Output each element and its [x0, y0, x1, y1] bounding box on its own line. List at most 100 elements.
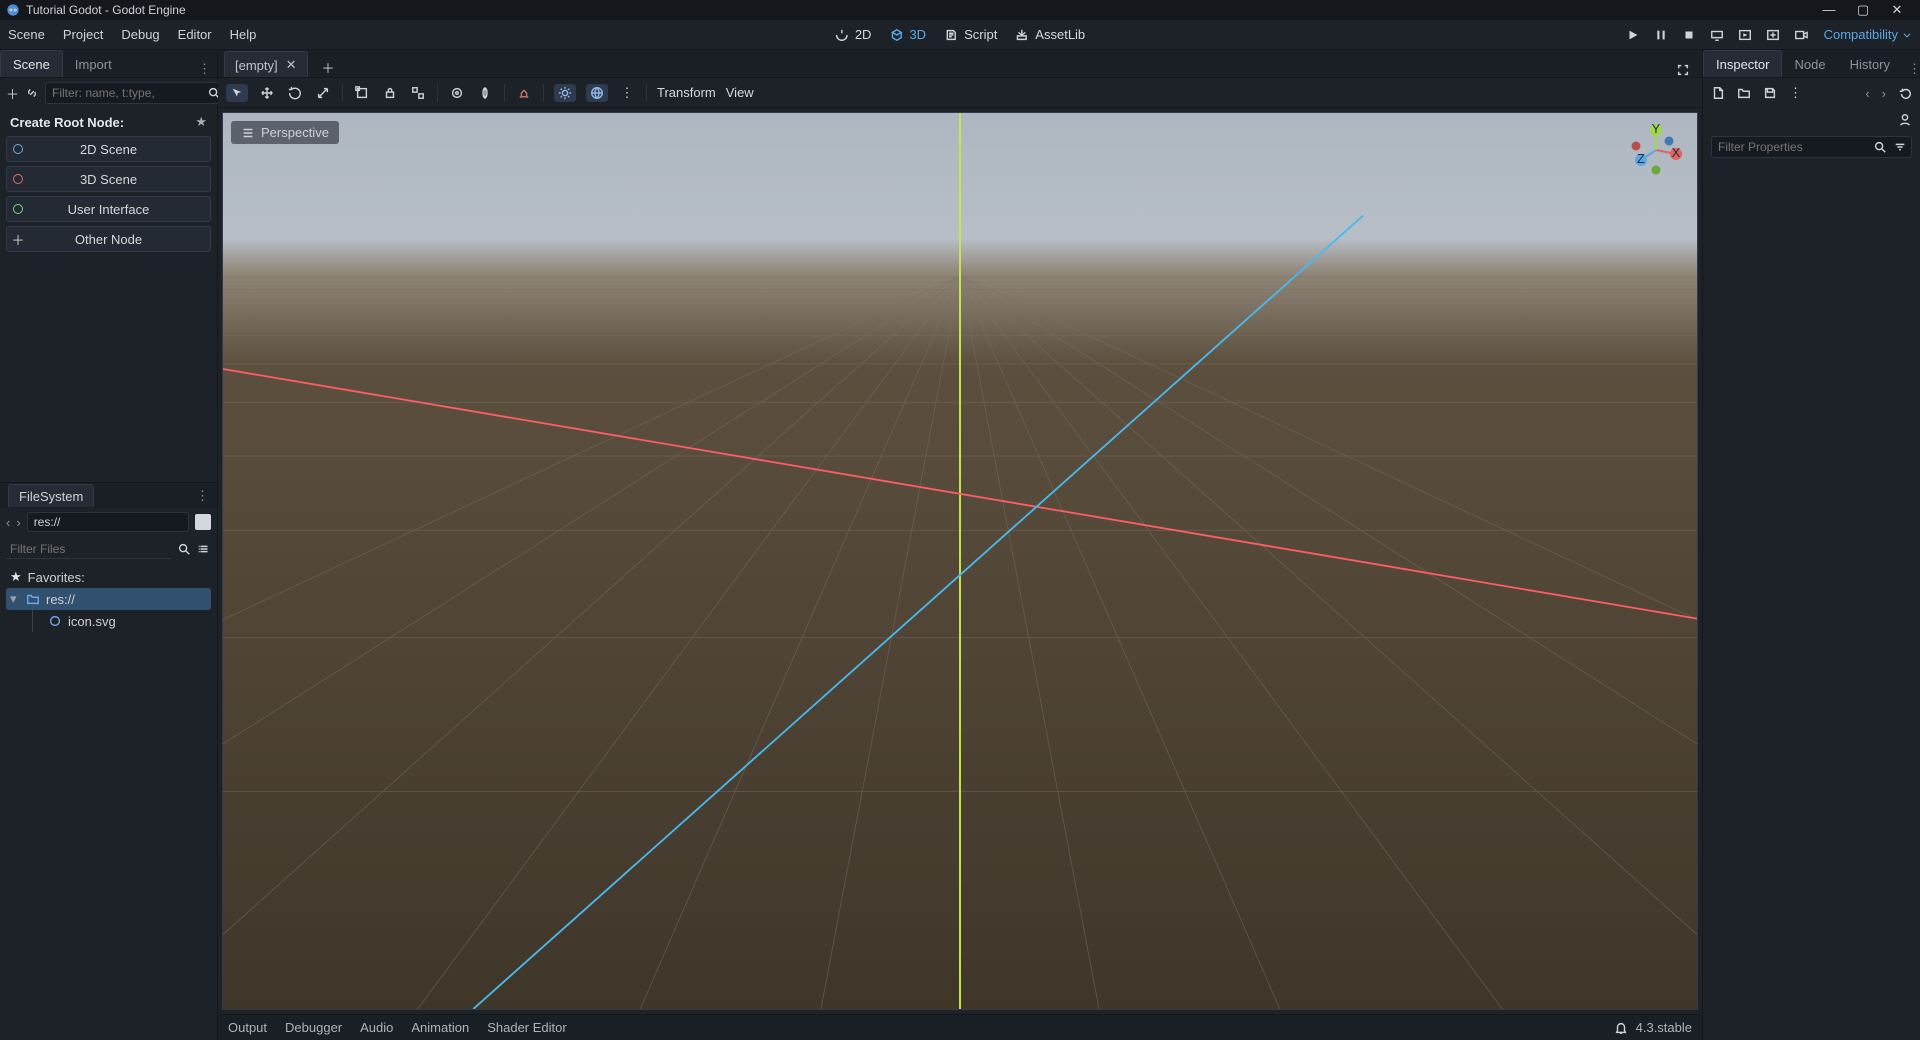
close-icon[interactable]: ✕ [1890, 2, 1904, 18]
listener-icon[interactable] [476, 84, 494, 102]
viewport-settings-icon[interactable]: ⋮ [618, 84, 636, 102]
minimize-icon[interactable]: — [1822, 2, 1836, 18]
bottom-output[interactable]: Output [228, 1020, 267, 1035]
scene-filter[interactable] [45, 82, 228, 104]
history-list-icon[interactable] [1898, 86, 1912, 100]
workspace-assetlib-label: AssetLib [1035, 27, 1085, 42]
root-2d-scene[interactable]: 2D Scene [6, 136, 211, 162]
root-3d-scene[interactable]: 3D Scene [6, 166, 211, 192]
chevron-down-icon[interactable]: ▾ [10, 591, 20, 607]
tab-history[interactable]: History [1838, 51, 1902, 77]
open-resource-icon[interactable] [1737, 86, 1751, 100]
svg-text:Z: Z [1637, 151, 1645, 166]
env-toggle-icon[interactable] [586, 84, 608, 102]
renderer-dropdown[interactable]: Compatibility [1824, 27, 1912, 42]
maximize-icon[interactable]: ▢ [1856, 2, 1870, 18]
close-tab-icon[interactable]: ✕ [286, 57, 297, 73]
svg-text:Y: Y [1652, 123, 1661, 136]
tab-inspector[interactable]: Inspector [1703, 50, 1782, 77]
new-scene-tab-icon[interactable]: ＋ [314, 58, 343, 77]
window-controls: — ▢ ✕ [1822, 2, 1914, 18]
main-menus: Scene Project Debug Editor Help [8, 27, 256, 42]
godot-logo-icon [6, 3, 20, 17]
sun-toggle-icon[interactable] [554, 84, 576, 102]
perspective-badge[interactable]: Perspective [231, 121, 339, 144]
transform-menu[interactable]: Transform [657, 85, 716, 100]
tab-node[interactable]: Node [1782, 51, 1837, 77]
nav-back-icon[interactable]: ‹ [6, 515, 10, 530]
new-resource-icon[interactable] [1711, 86, 1725, 100]
run-controls [1626, 28, 1808, 42]
tab-filesystem[interactable]: FileSystem [8, 484, 94, 507]
movie-icon[interactable] [1794, 28, 1808, 42]
filesystem-view-toggle-icon[interactable] [195, 514, 211, 530]
filesystem-path[interactable]: res:// [27, 512, 189, 532]
menu-editor[interactable]: Editor [178, 27, 212, 42]
workspace-script[interactable]: Script [944, 27, 997, 42]
pause-icon[interactable] [1654, 28, 1668, 42]
save-resource-icon[interactable] [1763, 86, 1777, 100]
select-tool-icon[interactable] [226, 84, 248, 102]
link-icon[interactable] [25, 83, 39, 103]
inspector-more-icon[interactable]: ⋮ [1789, 85, 1802, 101]
history-back-icon[interactable]: ‹ [1865, 86, 1869, 101]
play-scene-icon[interactable] [1738, 28, 1752, 42]
workspace-3d[interactable]: 3D [889, 27, 926, 42]
rotate-tool-icon[interactable] [286, 84, 304, 102]
play-icon[interactable] [1626, 28, 1640, 42]
file-label: icon.svg [68, 614, 116, 629]
orientation-gizmo[interactable]: X Y Z [1629, 123, 1683, 177]
scene-tab-label: [empty] [235, 58, 278, 73]
workspace-assetlib[interactable]: AssetLib [1015, 27, 1085, 42]
bottom-shader[interactable]: Shader Editor [487, 1020, 567, 1035]
scale-tool-icon[interactable] [314, 84, 332, 102]
center-panel: [empty] ✕ ＋ ⋮ Transform V [218, 50, 1702, 1040]
scene-filter-input[interactable] [52, 86, 207, 100]
menu-scene[interactable]: Scene [8, 27, 45, 42]
group-icon[interactable] [409, 84, 427, 102]
filesystem-more-icon[interactable]: ⋮ [196, 488, 209, 504]
menu-project[interactable]: Project [63, 27, 103, 42]
filter-settings-icon[interactable] [1893, 140, 1907, 154]
history-forward-icon[interactable]: › [1882, 86, 1886, 101]
inspector-tabs-more-icon[interactable]: ⋮ [1902, 61, 1920, 77]
distraction-free-icon[interactable] [1670, 63, 1696, 77]
favorites-row[interactable]: ★ Favorites: [6, 566, 211, 588]
root-3d-label: 3D Scene [7, 172, 210, 187]
3d-viewport[interactable]: Perspective X Y Z [222, 112, 1698, 1010]
workspace-2d[interactable]: 2D [835, 27, 872, 42]
view-menu[interactable]: View [726, 85, 754, 100]
filter-options-icon[interactable] [197, 542, 211, 556]
scene-tab-empty[interactable]: [empty] ✕ [224, 51, 308, 77]
properties-filter[interactable] [1711, 136, 1912, 158]
bottom-animation[interactable]: Animation [411, 1020, 469, 1035]
tab-import[interactable]: Import [63, 51, 124, 77]
res-root-row[interactable]: ▾ res:// [6, 588, 211, 610]
move-tool-icon[interactable] [258, 84, 276, 102]
favorite-star-icon[interactable]: ★ [195, 114, 207, 130]
filesystem-filter-input[interactable] [6, 539, 171, 559]
file-row[interactable]: icon.svg [6, 610, 211, 632]
add-node-icon[interactable]: ＋ [6, 83, 19, 103]
menu-help[interactable]: Help [230, 27, 257, 42]
stop-icon[interactable] [1682, 28, 1696, 42]
camera-override-icon[interactable] [448, 84, 466, 102]
lock-icon[interactable] [381, 84, 399, 102]
remote-play-icon[interactable] [1710, 28, 1724, 42]
main-menubar: Scene Project Debug Editor Help 2D 3D Sc… [0, 20, 1920, 50]
properties-filter-input[interactable] [1718, 140, 1873, 154]
notification-bell-icon[interactable] [1614, 1021, 1628, 1035]
nav-forward-icon[interactable]: › [16, 515, 20, 530]
root-other-node[interactable]: ＋ Other Node [6, 226, 211, 252]
bottom-debugger[interactable]: Debugger [285, 1020, 342, 1035]
tab-scene[interactable]: Scene [0, 50, 63, 77]
bottom-audio[interactable]: Audio [360, 1020, 393, 1035]
play-custom-icon[interactable] [1766, 28, 1780, 42]
root-user-interface[interactable]: User Interface [6, 196, 211, 222]
viewport-canvas [223, 113, 1697, 1009]
sun-preview-icon[interactable] [515, 84, 533, 102]
menu-debug[interactable]: Debug [121, 27, 159, 42]
scene-tabs-more-icon[interactable]: ⋮ [192, 61, 217, 77]
manage-object-icon[interactable] [1898, 113, 1912, 127]
object-tool-icon[interactable] [353, 84, 371, 102]
